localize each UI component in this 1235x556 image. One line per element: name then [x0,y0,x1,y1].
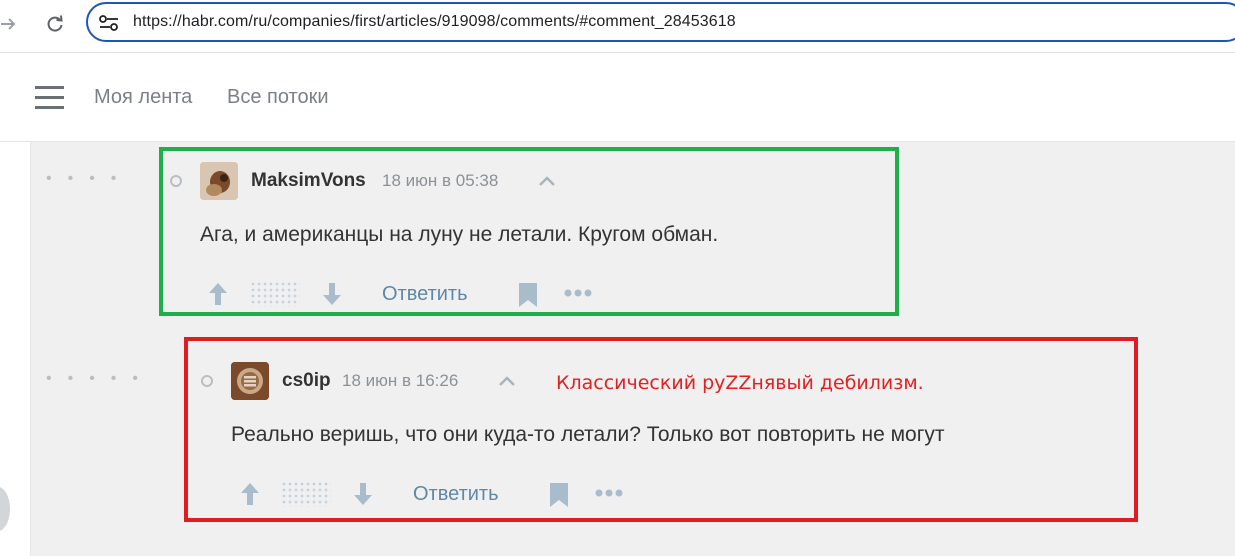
bookmark-icon[interactable] [549,482,569,508]
avatar[interactable] [231,362,269,400]
chevron-up-icon[interactable] [537,174,557,188]
reply-button[interactable]: Ответить [413,483,499,506]
comment-time[interactable]: 18 июн в 05:38 [382,171,498,191]
vote-score [281,481,331,507]
thread-dots: •••• [46,170,133,187]
site-settings-icon[interactable] [98,13,120,38]
more-options-icon[interactable] [563,287,593,299]
upvote-icon[interactable] [207,281,229,307]
downvote-icon[interactable] [321,281,343,307]
downvote-icon[interactable] [352,481,374,507]
comment-author[interactable]: cs0ip [282,370,331,392]
reload-icon [47,15,63,32]
reply-button[interactable]: Ответить [382,283,468,306]
comment-body: Реально веришь, что они куда-то летали? … [231,423,945,446]
more-options-icon[interactable] [594,487,624,499]
comment-time[interactable]: 18 июн в 16:26 [342,371,458,391]
reload-button[interactable] [41,10,69,38]
url-text[interactable]: https://habr.com/ru/companies/first/arti… [133,13,736,31]
thread-node [170,175,182,187]
avatar[interactable] [200,162,238,200]
arrow-right-icon [1,18,16,30]
comment-author[interactable]: MaksimVons [251,170,366,192]
forward-button[interactable] [0,10,22,38]
comment-body: Ага, и американцы на луну не летали. Кру… [200,223,719,246]
chevron-up-icon[interactable] [497,374,517,388]
nav-my-feed[interactable]: Моя лента [94,86,192,109]
annotation-text: Классический руZZнявый дебилизм. [556,372,924,394]
browser-toolbar: https://habr.com/ru/companies/first/arti… [0,0,1235,53]
nav-all-streams[interactable]: Все потоки [227,86,329,109]
thread-node [201,375,213,387]
thread-dots: ••••• [46,370,155,387]
hamburger-menu-icon[interactable] [35,86,64,110]
upvote-icon[interactable] [239,481,261,507]
bookmark-icon[interactable] [518,282,538,308]
vote-score [250,281,300,307]
